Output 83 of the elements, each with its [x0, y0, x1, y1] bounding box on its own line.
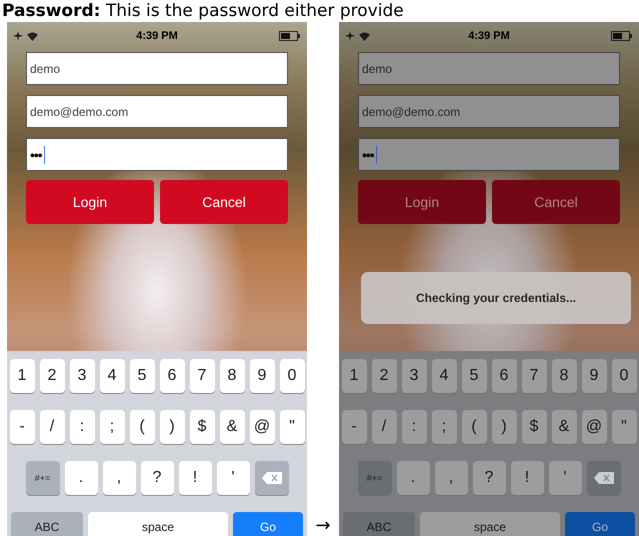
keyboard-key[interactable]: 5	[130, 359, 154, 393]
keyboard-key[interactable]: &	[552, 410, 576, 444]
keyboard-key[interactable]: /	[40, 410, 64, 444]
symbols-key[interactable]: #+=	[26, 461, 60, 495]
keyboard-key[interactable]: 7	[190, 359, 214, 393]
keyboard-key[interactable]: 0	[280, 359, 304, 393]
status-time: 4:39 PM	[135, 30, 179, 42]
keyboard-key[interactable]: 2	[40, 359, 64, 393]
keyboard-key[interactable]: 3	[70, 359, 94, 393]
keyboard-key[interactable]: $	[522, 410, 546, 444]
airplane-icon	[345, 31, 355, 41]
abc-key[interactable]: ABC	[11, 512, 83, 536]
keyboard-key[interactable]: 4	[432, 359, 456, 393]
space-key[interactable]: space	[88, 512, 228, 536]
keyboard-key[interactable]: :	[70, 410, 94, 444]
input-field[interactable]: demo@demo.com	[358, 95, 620, 128]
keyboard-key[interactable]: '	[216, 461, 250, 495]
battery-icon	[279, 31, 301, 41]
keyboard-key[interactable]: &	[220, 410, 244, 444]
keyboard-key[interactable]: 2	[372, 359, 396, 393]
delete-key[interactable]	[254, 461, 288, 495]
space-key[interactable]: space	[420, 512, 560, 536]
keyboard-key[interactable]: $	[190, 410, 214, 444]
keyboard-key[interactable]: .	[64, 461, 98, 495]
backspace-icon	[594, 472, 614, 484]
keyboard-key[interactable]: !	[510, 461, 544, 495]
keyboard-key[interactable]: 5	[462, 359, 486, 393]
symbols-key[interactable]: #+=	[358, 461, 392, 495]
keyboard-key[interactable]: -	[10, 410, 34, 444]
keyboard-key[interactable]: )	[160, 410, 184, 444]
keyboard-key[interactable]: "	[280, 410, 304, 444]
keyboard-key[interactable]: (	[130, 410, 154, 444]
keyboard-key[interactable]: :	[402, 410, 426, 444]
go-key[interactable]: Go	[233, 512, 303, 536]
keyboard-key[interactable]: ?	[472, 461, 506, 495]
keyboard-key[interactable]: 1	[342, 359, 366, 393]
login-button[interactable]: Login	[358, 180, 486, 224]
progress-alert: Checking your credentials...	[361, 272, 631, 324]
go-key[interactable]: Go	[565, 512, 635, 536]
keyboard-key[interactable]: 8	[220, 359, 244, 393]
keyboard-key[interactable]: 3	[402, 359, 426, 393]
keyboard-key[interactable]: ,	[102, 461, 136, 495]
keyboard-key[interactable]: 7	[522, 359, 546, 393]
battery-icon	[611, 31, 633, 41]
wifi-icon	[27, 32, 38, 40]
keyboard-key[interactable]: 8	[552, 359, 576, 393]
caption-text: Password: This is the password either provide	[1, 0, 405, 22]
keyboard-key[interactable]: @	[250, 410, 274, 444]
keyboard-key[interactable]: ?	[140, 461, 174, 495]
keyboard-key[interactable]: ;	[100, 410, 124, 444]
keyboard-key[interactable]: 0	[612, 359, 636, 393]
cancel-button[interactable]: Cancel	[160, 180, 288, 224]
login-button[interactable]: Login	[26, 180, 154, 224]
wifi-icon	[359, 32, 370, 40]
abc-key[interactable]: ABC	[343, 512, 415, 536]
keyboard-key[interactable]: /	[372, 410, 396, 444]
keyboard-key[interactable]: !	[178, 461, 212, 495]
input-field[interactable]: demo@demo.com	[26, 95, 288, 128]
keyboard-key[interactable]: 1	[10, 359, 34, 393]
keyboard-key[interactable]: ;	[432, 410, 456, 444]
keyboard-key[interactable]: 9	[582, 359, 606, 393]
keyboard-key[interactable]: 6	[160, 359, 184, 393]
keyboard-key[interactable]: )	[492, 410, 516, 444]
airplane-icon	[13, 31, 23, 41]
keyboard-key[interactable]: @	[582, 410, 606, 444]
delete-key[interactable]	[586, 461, 620, 495]
status-time: 4:39 PM	[467, 30, 511, 42]
keyboard-key[interactable]: 6	[492, 359, 516, 393]
input-field[interactable]: demo	[358, 52, 620, 85]
keyboard-key[interactable]: "	[612, 410, 636, 444]
cancel-button[interactable]: Cancel	[492, 180, 620, 224]
keyboard-key[interactable]: .	[396, 461, 430, 495]
keyboard-key[interactable]: 9	[250, 359, 274, 393]
keyboard-key[interactable]: ,	[434, 461, 468, 495]
backspace-icon	[262, 472, 282, 484]
arrow-text: →	[314, 516, 332, 536]
keyboard-key[interactable]: 4	[100, 359, 124, 393]
keyboard-key[interactable]: '	[548, 461, 582, 495]
keyboard-key[interactable]: -	[342, 410, 366, 444]
input-field[interactable]: •••	[26, 138, 288, 171]
input-field[interactable]: demo	[26, 52, 288, 85]
input-field[interactable]: •••	[358, 138, 620, 171]
keyboard-key[interactable]: (	[462, 410, 486, 444]
